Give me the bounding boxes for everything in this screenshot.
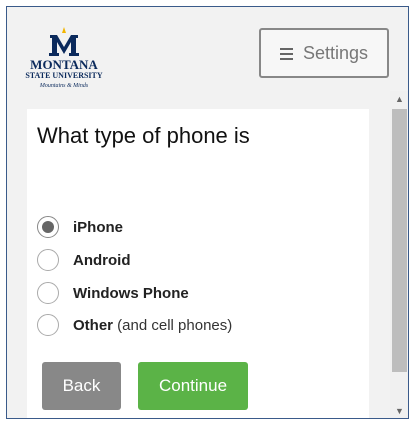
back-button[interactable]: Back — [42, 362, 121, 410]
option-label: Windows Phone — [73, 284, 189, 302]
msu-logo: MONTANA STATE UNIVERSITY Mountains & Min… — [25, 27, 103, 95]
msu-m-logo-icon — [49, 27, 79, 56]
scrollbar-thumb[interactable] — [392, 109, 407, 372]
vertical-scrollbar[interactable]: ▲ ▼ — [390, 91, 408, 418]
radio-windows-phone[interactable] — [37, 282, 59, 304]
option-label: iPhone — [73, 218, 124, 236]
option-iphone[interactable]: iPhone — [37, 215, 123, 239]
scroll-up-arrow-icon[interactable]: ▲ — [390, 91, 408, 107]
app-frame: MONTANA STATE UNIVERSITY Mountains & Min… — [6, 6, 409, 419]
option-label: Other (and cell phones) — [73, 316, 233, 334]
settings-button[interactable]: Settings — [259, 28, 389, 78]
radio-iphone[interactable] — [37, 216, 59, 238]
option-windows-phone[interactable]: Windows Phone — [37, 281, 189, 305]
option-label: Android — [73, 251, 131, 269]
option-other[interactable]: Other (and cell phones) — [37, 313, 232, 337]
header: MONTANA STATE UNIVERSITY Mountains & Min… — [7, 7, 408, 107]
settings-label: Settings — [302, 42, 369, 63]
option-android[interactable]: Android — [37, 248, 131, 272]
continue-button[interactable]: Continue — [138, 362, 248, 410]
question-card: What type of phone is iPhone Android Win… — [27, 109, 369, 418]
question-text: What type of phone is — [37, 123, 250, 148]
logo-text-state-university: STATE UNIVERSITY — [25, 71, 103, 80]
radio-other[interactable] — [37, 314, 59, 336]
option-note: (and cell phones) — [113, 316, 233, 334]
menu-icon — [279, 47, 293, 60]
scroll-down-arrow-icon[interactable]: ▼ — [390, 403, 408, 418]
radio-android[interactable] — [37, 249, 59, 271]
logo-tagline: Mountains & Minds — [39, 83, 89, 89]
